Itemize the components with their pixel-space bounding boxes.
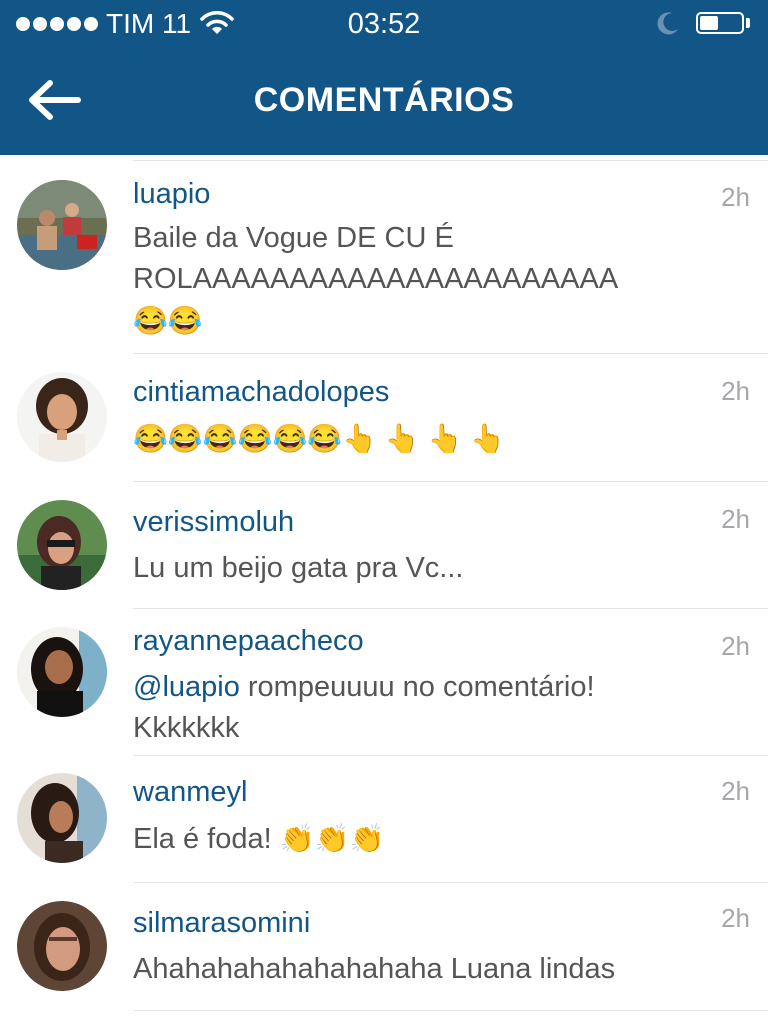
- divider: [133, 608, 768, 609]
- divider: [133, 755, 768, 756]
- avatar[interactable]: [17, 180, 107, 270]
- do-not-disturb-moon-icon: [657, 12, 678, 35]
- status-time: 03:52: [347, 8, 421, 40]
- divider: [133, 1010, 768, 1011]
- comment-emojis: 👏👏👏: [279, 823, 385, 854]
- page-title: COMENTÁRIOS: [253, 81, 515, 119]
- comment-text: 😂😂😂😂😂😂👆 👆 👆 👆: [133, 418, 733, 460]
- comment-username[interactable]: wanmeyl: [133, 776, 247, 809]
- comment-username[interactable]: rayannepaacheco: [133, 625, 364, 658]
- comment-text: Ela é foda! 👏👏👏: [133, 818, 733, 860]
- avatar[interactable]: [17, 372, 107, 462]
- comment-mention-link[interactable]: @luapio: [133, 671, 240, 703]
- comment-emojis: 👆 👆 👆 👆: [342, 423, 505, 454]
- comment-timestamp: 2h: [721, 504, 750, 534]
- divider: [133, 353, 768, 354]
- avatar[interactable]: [17, 627, 107, 717]
- comment-emojis: 😂😂😂😂😂😂: [133, 423, 343, 454]
- comment-timestamp: 2h: [721, 182, 750, 212]
- battery-tip: [746, 18, 750, 28]
- avatar[interactable]: [17, 773, 107, 863]
- comment-username[interactable]: cintiamachadolopes: [133, 376, 389, 409]
- comment-timestamp: 2h: [721, 376, 750, 406]
- comment-text: Lu um beijo gata pra Vc...: [133, 552, 464, 584]
- divider: [133, 160, 768, 161]
- divider: [133, 481, 768, 482]
- comment-text: Baile da Vogue DE CU É ROLAAAAAAAAAAAAAA…: [133, 218, 733, 341]
- comment-emojis: 😂😂: [133, 305, 203, 336]
- divider: [133, 882, 768, 883]
- comment-username[interactable]: verissimoluh: [133, 506, 294, 539]
- battery-level: [700, 16, 718, 30]
- comment-text: Ahahahahahahahahaha Luana lindas: [133, 953, 616, 985]
- comment-timestamp: 2h: [721, 631, 750, 661]
- comment-username[interactable]: silmarasomini: [133, 907, 310, 940]
- comment-text-line: Kkkkkkk: [133, 712, 240, 744]
- comment-username[interactable]: luapio: [133, 178, 210, 211]
- avatar[interactable]: [17, 901, 107, 991]
- comment-timestamp: 2h: [721, 903, 750, 933]
- comment-timestamp: 2h: [721, 776, 750, 806]
- battery-icon: [696, 12, 744, 34]
- comment-text-line: Baile da Vogue DE CU É: [133, 222, 454, 254]
- comment-text: @luapio rompeuuuu no comentário! Kkkkkkk: [133, 667, 733, 749]
- comment-text-line: Ela é foda!: [133, 823, 280, 855]
- app-header: TIM 11 03:52 COMENTÁRIOS: [0, 0, 768, 155]
- comment-text-line: rompeuuuu no comentário!: [239, 671, 595, 703]
- comment-text-line: ROLAAAAAAAAAAAAAAAAAAAAAA: [133, 263, 619, 295]
- status-bar: TIM 11 03:52: [0, 0, 768, 50]
- avatar[interactable]: [17, 500, 107, 590]
